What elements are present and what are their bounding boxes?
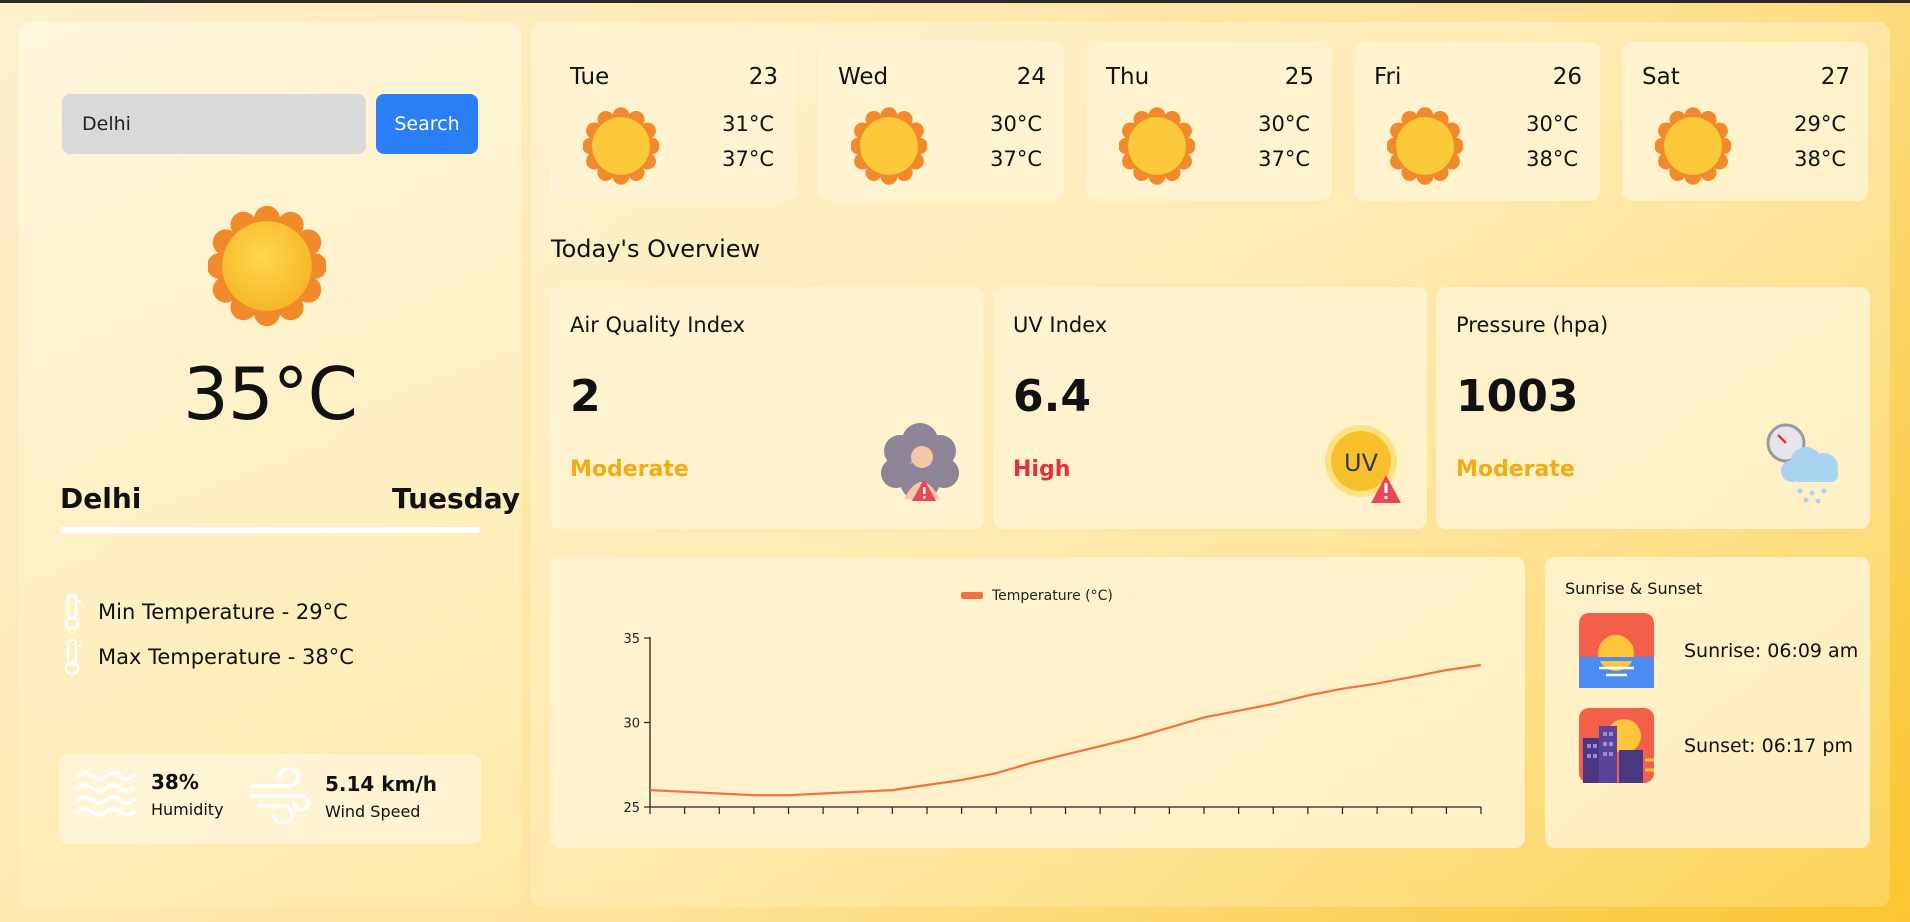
pressure-card: Pressure (hpa) 1003 Moderate (1436, 287, 1870, 529)
forecast-date: 26 (1552, 64, 1582, 90)
forecast-max-temp: 37°C (990, 147, 1042, 171)
temperature-line-chart: 25 30 35 Temperature (°C) (623, 588, 1482, 816)
forecast-card[interactable]: Sat 27 29°C 38°C (1622, 42, 1868, 201)
forecast-max-temp: 38°C (1794, 147, 1846, 171)
forecast-min-temp: 29°C (1794, 112, 1846, 136)
y-tick-label: 35 (623, 632, 640, 647)
forecast-card[interactable]: Thu 25 30°C 37°C (1086, 42, 1332, 201)
temperature-series-line (649, 663, 1482, 797)
sunrise-sunset-card: Sunrise & Sunset Sunrise: 06:09 am Sunse… (1545, 557, 1870, 848)
uv-index-card: UV Index 6.4 High UV (993, 287, 1427, 529)
sunset-time: Sunset: 06:17 pm (1684, 734, 1853, 757)
search-button[interactable]: Search (376, 94, 478, 154)
wind-icon (250, 768, 310, 824)
forecast-max-temp: 37°C (722, 147, 774, 171)
pressure-title: Pressure (hpa) (1456, 313, 1609, 337)
sun-icon (208, 205, 326, 327)
divider (60, 527, 480, 533)
forecast-day: Fri (1374, 64, 1402, 90)
humidity-value: 38% (151, 769, 199, 794)
sunrise-row: Sunrise: 06:09 am (1579, 613, 1858, 688)
min-temperature-row: Min Temperature - 29°C (62, 592, 348, 632)
forecast-date: 25 (1284, 64, 1314, 90)
max-temperature-row: Max Temperature - 38°C (62, 637, 354, 677)
y-tick-label: 25 (623, 801, 640, 816)
humidity-wind-box: 38% Humidity 5.14 km/h Wind Speed (59, 754, 481, 844)
uv-index-title: UV Index (1013, 313, 1108, 337)
forecast-min-temp: 30°C (1526, 112, 1578, 136)
humidity-waves-icon (76, 771, 136, 817)
sunrise-sunset-title: Sunrise & Sunset (1565, 579, 1703, 598)
forecast-card[interactable]: Wed 24 30°C 37°C (818, 42, 1064, 201)
forecast-card[interactable]: Tue 23 31°C 37°C (550, 42, 796, 201)
sunset-row: Sunset: 06:17 pm (1579, 708, 1853, 783)
legend-label: Temperature (°C) (991, 588, 1113, 604)
overview-title: Today's Overview (551, 235, 761, 263)
humidity-stat: 38% Humidity (75, 768, 224, 820)
pressure-status: Moderate (1456, 457, 1575, 482)
forecast-min-temp: 31°C (722, 112, 774, 136)
window-top-edge (0, 0, 1910, 3)
air-quality-title: Air Quality Index (570, 313, 746, 337)
forecast-date: 23 (748, 64, 778, 90)
forecast-card[interactable]: Fri 26 30°C 38°C (1354, 42, 1600, 201)
forecast-day: Thu (1106, 64, 1150, 90)
forecast-day: Sat (1642, 64, 1680, 90)
air-quality-value: 2 (570, 371, 601, 422)
current-day: Tuesday (392, 482, 520, 515)
wind-speed-value: 5.14 km/h (325, 771, 437, 796)
forecast-day: Wed (838, 64, 889, 90)
pressure-value: 1003 (1456, 371, 1579, 422)
sunrise-time: Sunrise: 06:09 am (1684, 639, 1859, 662)
sunrise-icon (1579, 613, 1654, 688)
wind-speed-label: Wind Speed (325, 801, 421, 821)
legend-swatch (961, 592, 983, 599)
sun-icon (583, 107, 659, 185)
max-temperature-label: Max Temperature - 38°C (98, 645, 354, 669)
forecast-max-temp: 37°C (1258, 147, 1310, 171)
sun-icon (1387, 107, 1463, 185)
thermometer-icon (64, 593, 82, 631)
sun-icon (851, 107, 927, 185)
pressure-cloud-icon (1766, 423, 1838, 504)
uv-index-value: 6.4 (1013, 371, 1091, 422)
thermometer-icon (64, 638, 82, 676)
temperature-chart-card: 25 30 35 Temperature (°C) (550, 557, 1525, 848)
uv-index-status: High (1013, 457, 1071, 482)
forecast-day: Tue (570, 64, 610, 90)
uv-icon-text: UV (1344, 449, 1379, 477)
forecast-date: 27 (1820, 64, 1850, 90)
sun-icon (1119, 107, 1195, 185)
sun-icon (1655, 107, 1731, 185)
city-name: Delhi (60, 482, 142, 515)
forecast-min-temp: 30°C (990, 112, 1042, 136)
air-quality-status: Moderate (570, 457, 689, 482)
forecast-date: 24 (1016, 64, 1046, 90)
min-temperature-label: Min Temperature - 29°C (98, 600, 348, 624)
sunset-icon (1579, 708, 1654, 783)
air-quality-card: Air Quality Index 2 Moderate (550, 287, 984, 529)
humidity-label: Humidity (151, 799, 224, 819)
city-search-input[interactable] (62, 94, 366, 154)
air-pollution-icon (881, 423, 959, 501)
current-temperature: 35°C (183, 352, 358, 436)
wind-stat: 5.14 km/h Wind Speed (249, 768, 437, 824)
uv-warning-icon: UV (1325, 425, 1401, 503)
forecast-min-temp: 30°C (1258, 112, 1310, 136)
forecast-max-temp: 38°C (1526, 147, 1578, 171)
y-tick-label: 30 (623, 717, 640, 732)
